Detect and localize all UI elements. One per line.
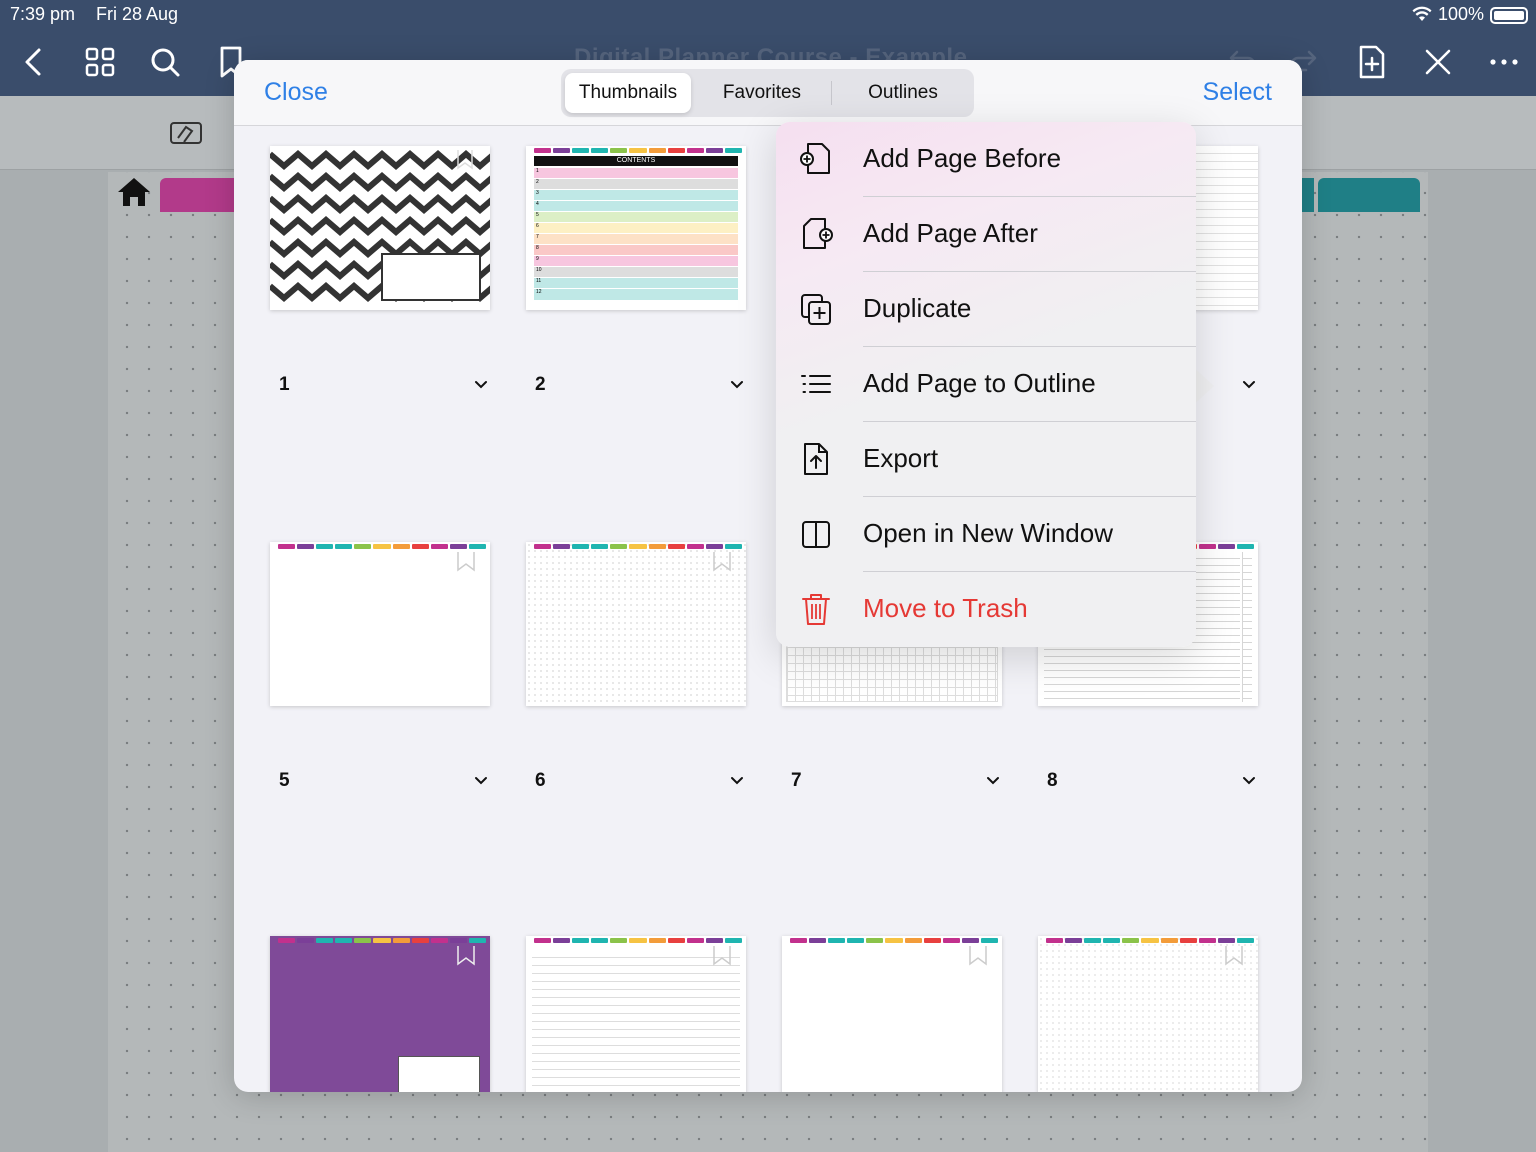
bookmark-outline-icon[interactable] (712, 944, 732, 966)
eraser-tool-icon[interactable] (168, 118, 204, 148)
page-thumbnail-cover[interactable] (270, 146, 490, 310)
tab-favorites[interactable]: Favorites (697, 73, 827, 113)
contents-row: 8 (534, 245, 738, 256)
page-thumbnail-dotted-2[interactable] (1038, 936, 1258, 1092)
menu-label: Open in New Window (863, 518, 1113, 548)
status-date: Fri 28 Aug (96, 4, 179, 24)
bookmark-outline-icon[interactable] (712, 550, 732, 572)
tab-strip (278, 544, 487, 549)
page-thumbnail-lined-2[interactable] (526, 936, 746, 1092)
ruled-margin (1242, 552, 1252, 702)
page-number-6: 6 (535, 770, 546, 791)
grid-icon[interactable] (80, 42, 120, 82)
planner-tab-teal[interactable] (1318, 178, 1420, 212)
chevron-cover-art (270, 146, 490, 310)
page-thumbnail-blank-2[interactable] (782, 936, 1002, 1092)
chevron-down-icon[interactable] (986, 776, 1000, 786)
contents-row: 10 (534, 267, 738, 278)
page-thumbnail-dotted[interactable] (526, 542, 746, 706)
tab-thumbnails[interactable]: Thumbnails (565, 73, 691, 113)
tab-strip (278, 938, 487, 943)
duplicate-icon (801, 294, 831, 325)
status-time: 7:39 pm (10, 4, 76, 24)
lined-paper (532, 950, 740, 1092)
contents-row: 1 (534, 168, 738, 179)
menu-item-open-new-window[interactable]: Open in New Window (776, 497, 1196, 572)
view-segmented-control: Thumbnails Favorites Outlines (561, 69, 974, 117)
segment-divider (831, 81, 832, 105)
menu-item-add-page-after[interactable]: Add Page After (776, 197, 1196, 272)
close-button[interactable]: Close (264, 78, 328, 107)
export-icon (804, 443, 828, 475)
page-thumbnail-purple-divider[interactable] (270, 936, 490, 1092)
add-page-icon[interactable] (1352, 42, 1392, 82)
contents-row: 4 (534, 201, 738, 212)
page-number-7: 7 (791, 770, 802, 791)
bookmark-outline-icon[interactable] (456, 550, 476, 572)
outline-list-icon (801, 375, 831, 393)
page-thumbnail-contents[interactable]: CONTENTS 1 2 3 4 5 6 7 8 9 10 11 12 (526, 146, 746, 310)
tab-strip (1046, 938, 1255, 943)
add-page-before-icon (800, 143, 830, 174)
tab-strip (534, 148, 743, 153)
chevron-down-icon[interactable] (1242, 380, 1256, 390)
contents-title: CONTENTS (534, 156, 738, 166)
contents-row: 2 (534, 179, 738, 190)
planner-tab-teal-edge[interactable] (1302, 178, 1314, 212)
tab-outlines[interactable]: Outlines (835, 73, 971, 113)
chevron-down-icon[interactable] (474, 776, 488, 786)
contents-row: 3 (534, 190, 738, 201)
wifi-icon (1412, 6, 1432, 21)
chevron-down-icon[interactable] (730, 380, 744, 390)
page-number-2: 2 (535, 374, 546, 395)
modal-header: Close Thumbnails Favorites Outlines Sele… (234, 60, 1302, 126)
planner-tab-pink[interactable] (160, 178, 240, 212)
contents-row: 9 (534, 256, 738, 267)
contents-row: 7 (534, 234, 738, 245)
page-number-8: 8 (1047, 770, 1058, 791)
menu-label: Add Page Before (863, 143, 1062, 173)
menu-label: Duplicate (863, 293, 972, 323)
battery-percent: 100% (1437, 4, 1484, 24)
menu-label: Export (863, 443, 939, 473)
home-tab-icon[interactable] (112, 172, 156, 212)
contents-row: 12 (534, 289, 738, 300)
bookmark-outline-icon[interactable] (968, 944, 988, 966)
chevron-down-icon[interactable] (1242, 776, 1256, 786)
chevron-down-icon[interactable] (730, 776, 744, 786)
menu-item-duplicate[interactable]: Duplicate (776, 272, 1196, 347)
split-window-icon (802, 521, 830, 548)
page-number-1: 1 (279, 374, 290, 395)
menu-label: Add Page After (863, 218, 1038, 248)
page-number-5: 5 (279, 770, 290, 791)
tab-strip (790, 938, 999, 943)
label-box (398, 1056, 480, 1092)
contents-row: 11 (534, 278, 738, 289)
select-button[interactable]: Select (1203, 78, 1272, 107)
menu-item-add-page-before[interactable]: Add Page Before (776, 122, 1196, 197)
close-tools-icon[interactable] (1418, 42, 1458, 82)
bookmark-outline-icon[interactable] (1224, 944, 1244, 966)
search-icon[interactable] (145, 42, 185, 82)
contents-row: 6 (534, 223, 738, 234)
menu-label: Move to Trash (863, 593, 1028, 623)
menu-item-add-page-to-outline[interactable]: Add Page to Outline (776, 347, 1196, 422)
page-thumbnail-blank[interactable] (270, 542, 490, 706)
contents-row: 5 (534, 212, 738, 223)
back-icon[interactable] (14, 42, 54, 82)
more-icon[interactable] (1484, 42, 1524, 82)
status-bar: 7:39 pm Fri 28 Aug 100% (0, 0, 1536, 30)
contents-rows: 1 2 3 4 5 6 7 8 9 10 11 12 (534, 168, 738, 300)
chevron-down-icon[interactable] (474, 380, 488, 390)
menu-item-move-to-trash[interactable]: Move to Trash (776, 572, 1196, 647)
menu-label: Add Page to Outline (863, 368, 1096, 398)
trash-icon (802, 594, 830, 625)
tab-strip (534, 544, 743, 549)
tab-strip (534, 938, 743, 943)
battery-icon (1490, 7, 1528, 24)
menu-item-export[interactable]: Export (776, 422, 1196, 497)
page-context-menu: Add Page Before Add Page After Duplicate… (776, 122, 1196, 647)
add-page-after-icon (803, 218, 833, 249)
bookmark-outline-icon[interactable] (456, 944, 476, 966)
